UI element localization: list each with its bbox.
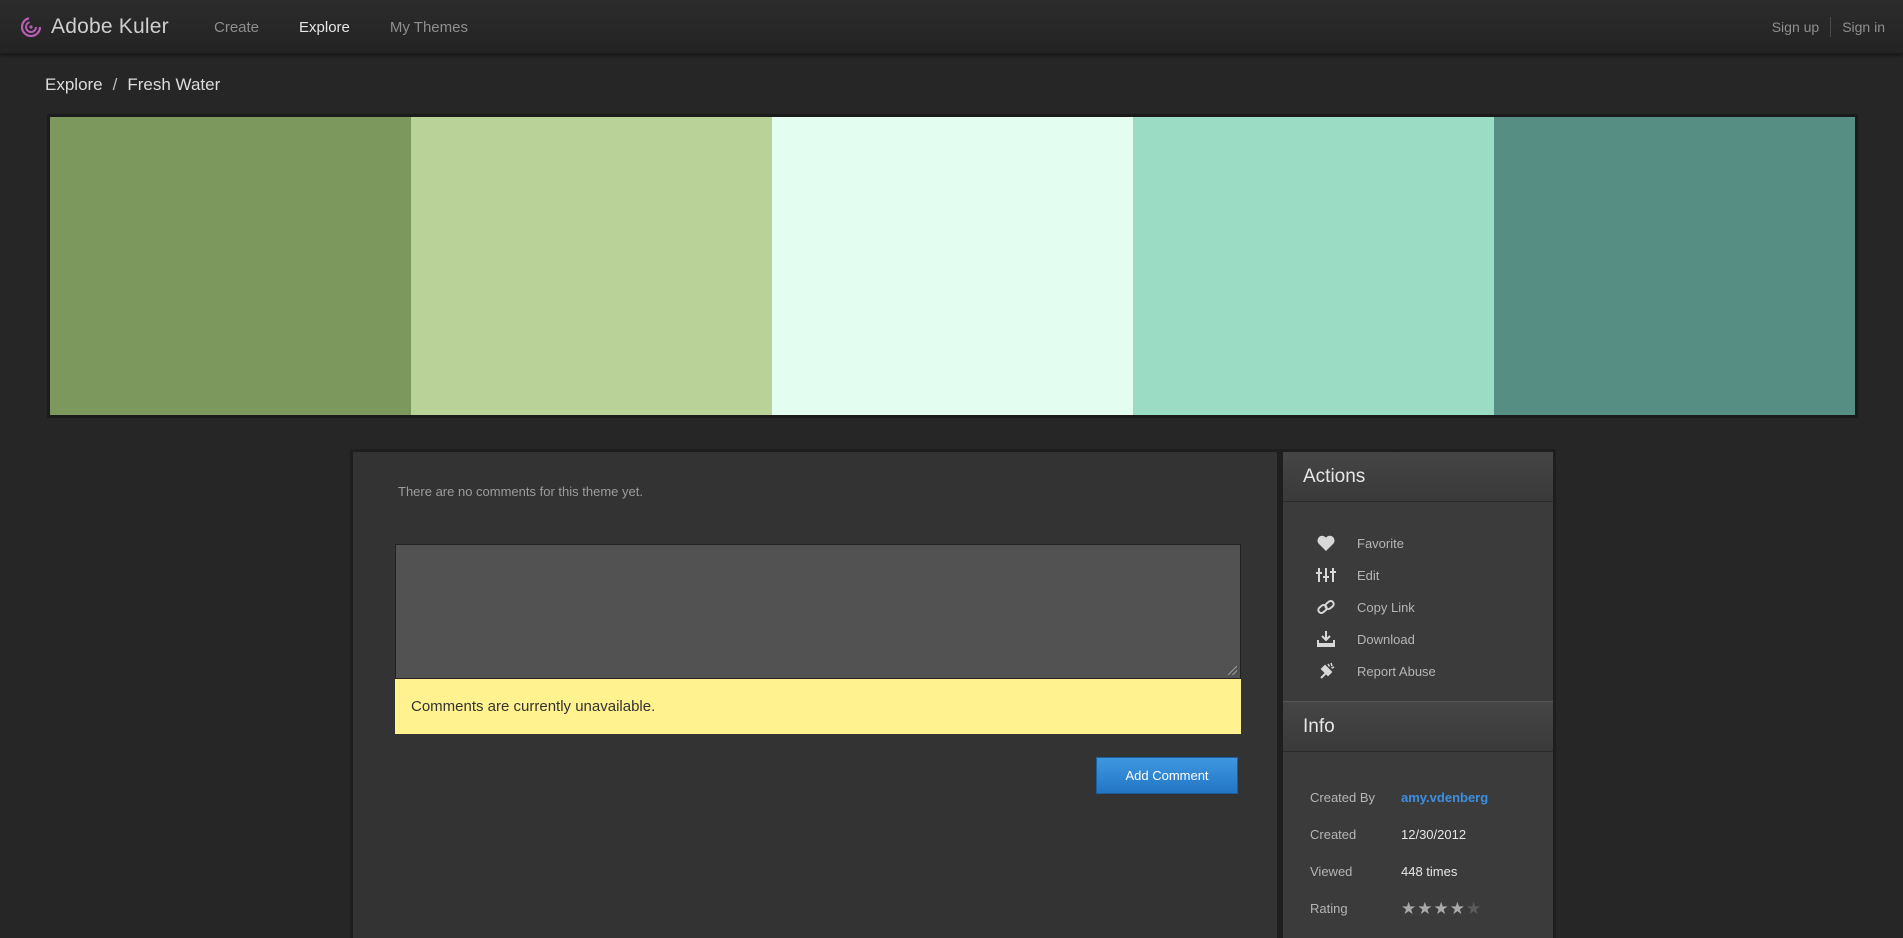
- creator-link[interactable]: amy.vdenberg: [1401, 790, 1488, 805]
- heart-icon: [1315, 534, 1337, 552]
- sign-up-link[interactable]: Sign up: [1772, 19, 1819, 35]
- no-comments-message: There are no comments for this theme yet…: [398, 484, 643, 499]
- sign-in-link[interactable]: Sign in: [1842, 19, 1885, 35]
- info-row-created-by: Created By amy.vdenberg: [1283, 779, 1553, 816]
- comment-input[interactable]: [395, 544, 1241, 679]
- nav-my-themes[interactable]: My Themes: [390, 19, 468, 36]
- color-palette: [47, 114, 1858, 418]
- breadcrumb: Explore / Fresh Water: [45, 75, 220, 95]
- rating-stars[interactable]: ★ ★ ★ ★ ★: [1401, 900, 1481, 917]
- app-logo[interactable]: Adobe Kuler: [19, 13, 169, 41]
- star-icon[interactable]: ★: [1466, 900, 1481, 917]
- kuler-logo-icon: [20, 16, 42, 38]
- nav-explore[interactable]: Explore: [299, 19, 350, 36]
- info-row-rating: Rating ★ ★ ★ ★ ★: [1283, 890, 1553, 927]
- info-heading: Info: [1283, 702, 1553, 752]
- color-swatch[interactable]: [1494, 117, 1855, 415]
- sidebar: Actions Favorite Edit Copy Link Download…: [1280, 449, 1556, 938]
- action-label: Favorite: [1357, 535, 1404, 551]
- created-date: 12/30/2012: [1401, 827, 1467, 842]
- app-name: Adobe Kuler: [51, 15, 169, 38]
- color-swatch[interactable]: [1133, 117, 1494, 415]
- view-count: 448 times: [1401, 864, 1458, 879]
- download-icon: [1315, 630, 1337, 648]
- info-label: Rating: [1310, 901, 1348, 916]
- color-swatch[interactable]: [772, 117, 1133, 415]
- star-icon[interactable]: ★: [1401, 900, 1416, 917]
- actions-heading: Actions: [1283, 452, 1553, 502]
- nav-create[interactable]: Create: [214, 19, 259, 36]
- comments-panel: There are no comments for this theme yet…: [350, 449, 1280, 938]
- breadcrumb-current: Fresh Water: [127, 75, 221, 94]
- auth-links: Sign up Sign in: [1772, 0, 1885, 54]
- breadcrumb-explore[interactable]: Explore: [45, 75, 103, 95]
- breadcrumb-separator: /: [112, 75, 118, 94]
- action-report-abuse[interactable]: Report Abuse: [1283, 655, 1553, 687]
- star-icon[interactable]: ★: [1417, 900, 1432, 917]
- comments-unavailable-notice: Comments are currently unavailable.: [395, 679, 1241, 734]
- info-label: Created By: [1310, 790, 1376, 805]
- info-row-viewed: Viewed 448 times: [1283, 853, 1553, 890]
- action-copy-link[interactable]: Copy Link: [1283, 591, 1553, 623]
- action-label: Download: [1357, 631, 1415, 647]
- info-list: Created By amy.vdenberg Created 12/30/20…: [1283, 752, 1553, 938]
- info-label: Created: [1310, 827, 1357, 842]
- action-download[interactable]: Download: [1283, 623, 1553, 655]
- color-swatch[interactable]: [411, 117, 772, 415]
- action-edit[interactable]: Edit: [1283, 559, 1553, 591]
- link-icon: [1315, 598, 1337, 616]
- sliders-icon: [1315, 566, 1337, 584]
- action-label: Copy Link: [1357, 599, 1415, 615]
- star-icon[interactable]: ★: [1434, 900, 1449, 917]
- report-icon: [1315, 662, 1337, 680]
- auth-divider: [1830, 17, 1832, 37]
- info-label: Viewed: [1310, 864, 1353, 879]
- action-favorite[interactable]: Favorite: [1283, 527, 1553, 559]
- action-label: Edit: [1357, 567, 1380, 583]
- add-comment-button[interactable]: Add Comment: [1096, 757, 1238, 794]
- color-swatch[interactable]: [50, 117, 411, 415]
- top-bar: Adobe Kuler Create Explore My Themes Sig…: [0, 0, 1903, 54]
- action-label: Report Abuse: [1357, 663, 1436, 679]
- info-row-created: Created 12/30/2012: [1283, 816, 1553, 853]
- actions-list: Favorite Edit Copy Link Download Report …: [1283, 502, 1553, 701]
- star-icon[interactable]: ★: [1450, 900, 1465, 917]
- resize-grip-icon[interactable]: [1228, 666, 1237, 675]
- main-nav: Create Explore My Themes: [214, 0, 508, 54]
